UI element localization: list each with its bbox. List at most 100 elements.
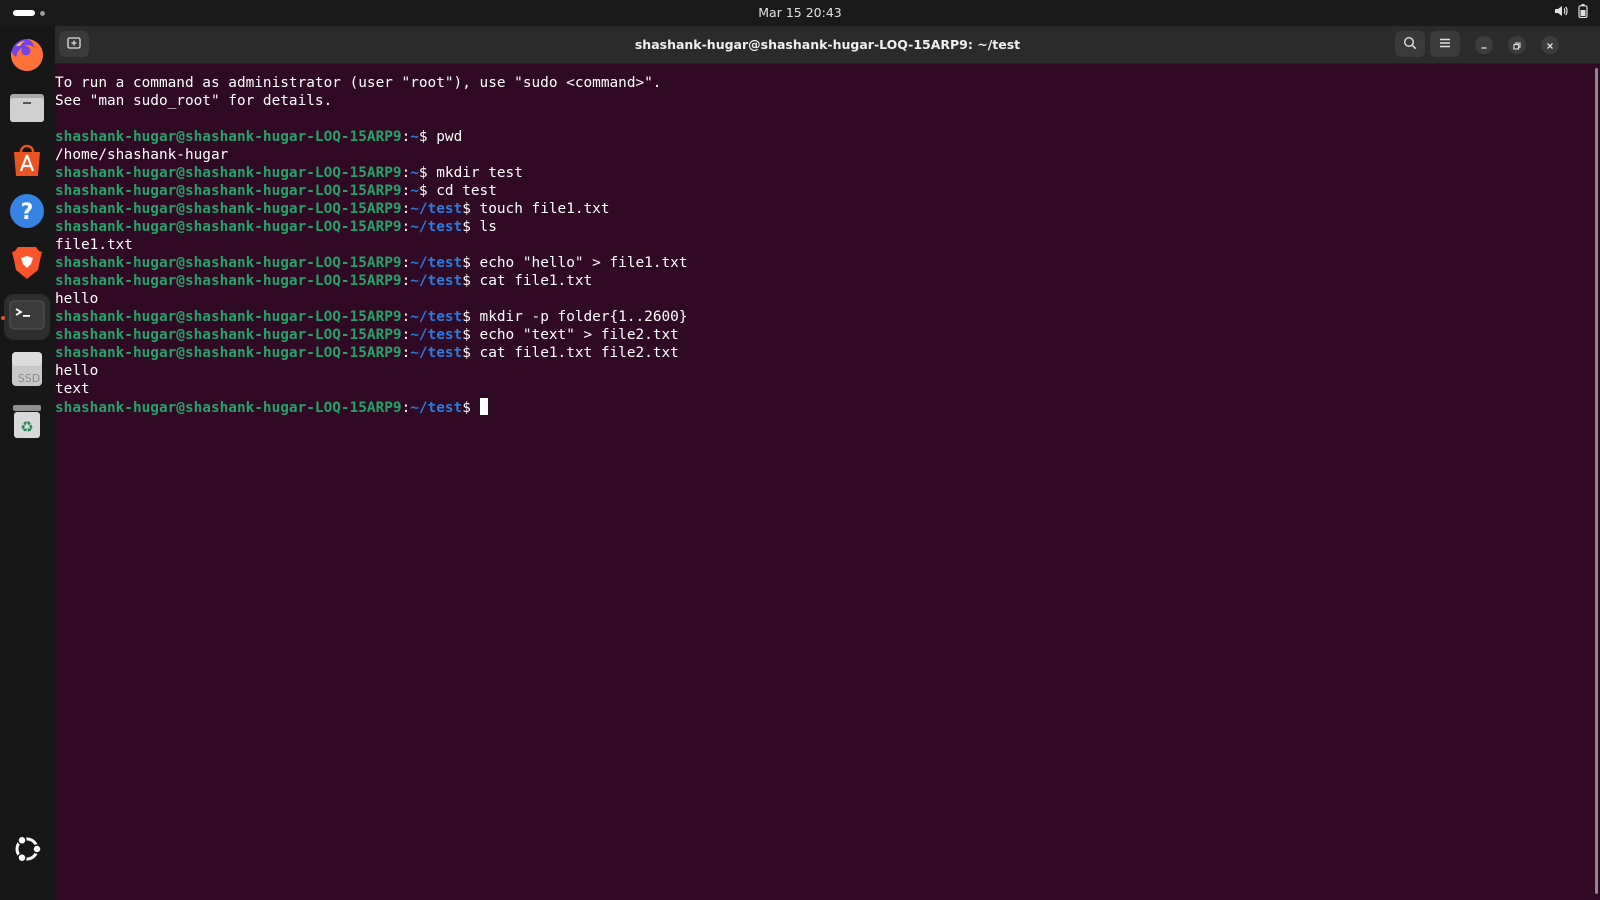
prompt-symbol: $ [462,201,471,217]
prompt-symbol: $ [462,255,471,271]
prompt-path: ~/test [410,255,463,271]
battery-icon[interactable] [1578,4,1588,18]
prompt-symbol: $ [418,183,428,199]
output-line: hello [55,363,99,379]
output-line: file1.txt [55,237,133,253]
prompt-separator: : [401,255,411,271]
output-line: See "man sudo_root" for details. [55,93,333,109]
output-line: hello [55,291,99,307]
prompt-separator: : [401,183,411,199]
prompt-separator: : [401,129,411,145]
ubuntu-icon [9,831,45,871]
header-bar[interactable]: shashank-hugar@shashank-hugar-LOQ-15ARP9… [55,26,1600,64]
svg-text:♻: ♻ [20,418,33,436]
command-text: cat file1.txt file2.txt [470,345,679,361]
brave-icon [8,244,46,286]
prompt-user-host: shashank-hugar@shashank-hugar-LOQ-15ARP9 [55,400,402,416]
dock-item-app-center[interactable] [4,138,50,184]
terminal-output[interactable]: To run a command as administrator (user … [55,64,1600,900]
prompt-symbol: $ [462,309,471,325]
dock-item-files[interactable] [4,86,50,132]
prompt-separator: : [401,400,411,416]
top-bar: Mar 15 20:43 [0,0,1600,26]
prompt-user-host: shashank-hugar@shashank-hugar-LOQ-15ARP9 [55,327,402,343]
volume-icon[interactable] [1554,4,1568,18]
prompt-path: ~/test [410,201,463,217]
terminal-window: shashank-hugar@shashank-hugar-LOQ-15ARP9… [55,26,1600,900]
dock-item-firefox[interactable] [4,34,50,80]
command-text: echo "hello" > file1.txt [470,255,688,271]
text-cursor[interactable] [479,398,488,415]
prompt-symbol: $ [462,219,471,235]
prompt-user-host: shashank-hugar@shashank-hugar-LOQ-15ARP9 [55,183,402,199]
clock[interactable]: Mar 15 20:43 [0,5,1600,20]
output-line: /home/shashank-hugar [55,147,229,163]
prompt-separator: : [401,219,411,235]
dock: ? SSD ♻ [0,26,55,900]
prompt-separator: : [401,165,411,181]
prompt-symbol: $ [462,273,471,289]
restore-button[interactable] [1508,36,1526,54]
prompt-separator: : [401,345,411,361]
prompt-symbol: $ [462,400,471,416]
prompt-user-host: shashank-hugar@shashank-hugar-LOQ-15ARP9 [55,345,402,361]
prompt-path: ~/test [410,219,463,235]
dock-item-help[interactable]: ? [4,190,50,236]
prompt-user-host: shashank-hugar@shashank-hugar-LOQ-15ARP9 [55,309,402,325]
prompt-separator: : [401,273,411,289]
prompt-line: shashank-hugar@shashank-hugar-LOQ-15ARP9… [55,398,1600,416]
prompt-line: shashank-hugar@shashank-hugar-LOQ-15ARP9… [55,344,1600,362]
prompt-symbol: $ [462,327,471,343]
dock-item-show-apps[interactable] [4,828,50,874]
help-icon: ? [8,192,46,234]
prompt-line: shashank-hugar@shashank-hugar-LOQ-15ARP9… [55,164,1600,182]
restore-icon [1512,36,1522,55]
command-text: pwd [427,129,463,145]
system-tray[interactable] [1554,4,1588,18]
prompt-symbol: $ [462,345,471,361]
output-line: To run a command as administrator (user … [55,75,662,91]
prompt-path: ~/test [410,327,463,343]
scrollbar[interactable] [1595,68,1598,894]
terminal-icon [8,296,46,338]
dock-item-terminal[interactable] [4,294,50,340]
prompt-user-host: shashank-hugar@shashank-hugar-LOQ-15ARP9 [55,273,402,289]
prompt-symbol: $ [418,165,428,181]
prompt-line: shashank-hugar@shashank-hugar-LOQ-15ARP9… [55,182,1600,200]
prompt-path: ~ [410,165,419,181]
command-text: echo "text" > file2.txt [470,327,679,343]
prompt-path: ~/test [410,309,463,325]
search-button[interactable] [1395,31,1425,57]
svg-text:?: ? [21,200,34,225]
search-icon [1403,35,1417,54]
prompt-path: ~ [410,129,419,145]
trash-icon: ♻ [8,402,46,444]
firefox-icon [8,36,46,78]
prompt-line: shashank-hugar@shashank-hugar-LOQ-15ARP9… [55,200,1600,218]
window-title: shashank-hugar@shashank-hugar-LOQ-15ARP9… [634,37,1021,52]
prompt-path: ~ [410,183,419,199]
prompt-separator: : [401,327,411,343]
dock-item-trash[interactable]: ♻ [4,400,50,446]
prompt-user-host: shashank-hugar@shashank-hugar-LOQ-15ARP9 [55,255,402,271]
minimize-icon [1479,36,1489,55]
prompt-separator: : [401,201,411,217]
prompt-user-host: shashank-hugar@shashank-hugar-LOQ-15ARP9 [55,129,402,145]
dock-item-ssd-drive[interactable]: SSD [4,348,50,394]
command-text [471,400,480,416]
command-text: mkdir test [427,165,523,181]
prompt-separator: : [401,309,411,325]
command-text: cd test [427,183,497,199]
prompt-path: ~/test [410,400,463,416]
close-button[interactable] [1541,36,1559,54]
dock-item-brave[interactable] [4,242,50,288]
prompt-line: shashank-hugar@shashank-hugar-LOQ-15ARP9… [55,326,1600,344]
close-icon [1545,36,1555,55]
prompt-line: shashank-hugar@shashank-hugar-LOQ-15ARP9… [55,308,1600,326]
command-text: mkdir -p folder{1..2600} [470,309,688,325]
menu-button[interactable] [1430,31,1460,57]
running-indicator [1,316,5,320]
drive-icon: SSD [8,350,46,392]
minimize-button[interactable] [1475,36,1493,54]
